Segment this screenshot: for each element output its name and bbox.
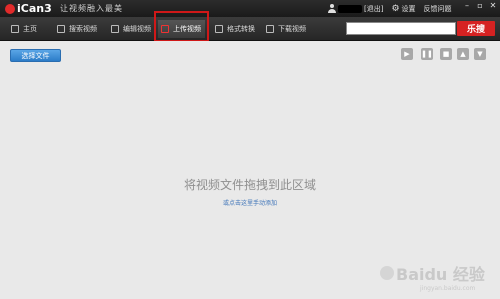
watermark-url: jingyan.baidu.com	[420, 285, 476, 292]
tab-search-video[interactable]: 搜索视频	[54, 20, 105, 38]
title-bar: iCan3 让视频融入最美 [退出] ⚙ 设置 反馈问题 – ▫ ✕	[0, 0, 500, 17]
minimize-icon[interactable]: –	[463, 2, 471, 10]
tab-download-video[interactable]: 下载视频	[263, 20, 314, 38]
tab-label: 编辑视频	[123, 25, 151, 33]
user-icon	[328, 4, 336, 13]
gear-icon: ⚙	[391, 3, 400, 14]
baidu-watermark: Baidu 经验	[378, 258, 488, 288]
settings-link[interactable]: 设置	[402, 4, 416, 14]
tab-label: 主页	[23, 25, 37, 33]
tab-home[interactable]: 主页	[8, 20, 51, 38]
search-video-icon	[57, 25, 65, 33]
play-icon[interactable]: ▶	[401, 48, 413, 60]
app-logo: iCan3	[5, 1, 52, 16]
close-icon[interactable]: ✕	[489, 2, 497, 10]
logo-icon	[5, 3, 15, 14]
download-icon	[266, 25, 274, 33]
convert-icon	[215, 25, 223, 33]
window-controls: – ▫ ✕	[463, 2, 497, 10]
move-down-icon[interactable]: ▼	[474, 48, 486, 60]
move-up-icon[interactable]: ▲	[457, 48, 469, 60]
drop-zone-title: 将视频文件拖拽到此区域	[183, 178, 316, 192]
feedback-link[interactable]: 反馈问题	[424, 4, 452, 14]
tab-format-convert[interactable]: 格式转换	[212, 20, 261, 38]
edit-video-icon	[111, 25, 119, 33]
tab-label: 下载视频	[278, 25, 306, 33]
watermark-text: Baidu 经验	[396, 265, 485, 284]
search-button[interactable]: 乐搜	[457, 21, 495, 36]
app-name: iCan3	[17, 2, 52, 15]
stop-icon[interactable]: ■	[440, 48, 452, 60]
tab-label: 搜索视频	[69, 25, 97, 33]
tab-label: 格式转换	[227, 25, 255, 33]
logout-link[interactable]: [退出]	[364, 4, 383, 14]
tab-highlight-box	[154, 11, 209, 42]
user-area: [退出] ⚙ 设置 反馈问题	[328, 2, 460, 15]
home-icon	[11, 25, 19, 33]
user-name-redacted	[338, 4, 362, 13]
baidu-paw-icon	[380, 266, 394, 280]
tab-edit-video[interactable]: 编辑视频	[108, 20, 155, 38]
manual-add-link[interactable]: 或点击这里手动添加	[0, 198, 500, 207]
pause-icon[interactable]: ❚❚	[421, 48, 433, 60]
choose-file-button[interactable]: 选择文件	[10, 49, 61, 62]
maximize-icon[interactable]: ▫	[476, 2, 484, 10]
search-input[interactable]	[346, 22, 456, 35]
app-slogan: 让视频融入最美	[60, 4, 123, 13]
